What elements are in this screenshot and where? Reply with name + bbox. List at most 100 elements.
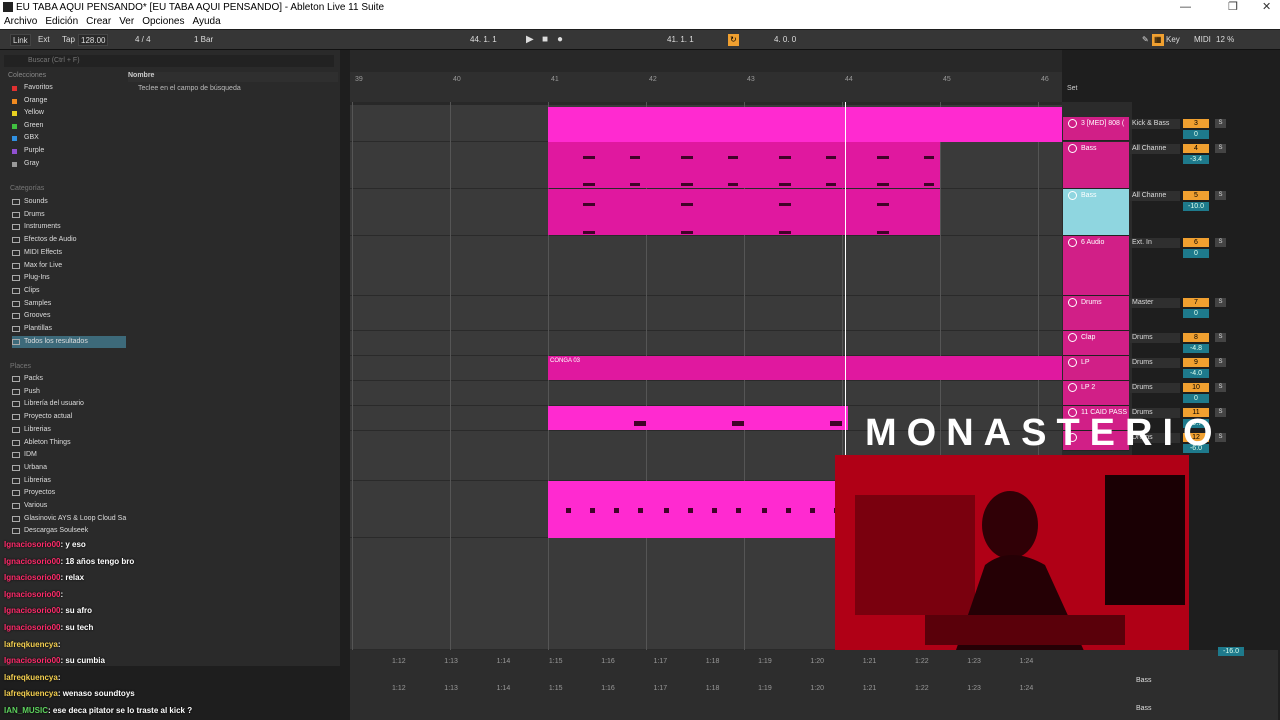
track-number[interactable]: 7 <box>1183 298 1209 307</box>
category-item[interactable]: Clips <box>12 285 40 297</box>
midi-clip[interactable] <box>548 107 1062 142</box>
track-header[interactable]: Clap <box>1063 331 1129 356</box>
track-routing[interactable]: Drums <box>1130 358 1180 368</box>
solo-button[interactable]: S <box>1215 358 1226 367</box>
track-routing[interactable]: Kick & Bass <box>1130 119 1180 129</box>
restore-icon[interactable]: ❐ <box>1228 0 1238 15</box>
place-item[interactable]: Proyectos <box>12 487 55 499</box>
position-field[interactable]: 44. 1. 1 <box>468 34 499 46</box>
loop-start-field[interactable]: 41. 1. 1 <box>665 34 696 46</box>
track-number[interactable]: 3 <box>1183 119 1209 128</box>
midi-clip[interactable] <box>548 189 940 235</box>
category-item[interactable]: Sounds <box>12 196 48 208</box>
category-item[interactable]: Max for Live <box>12 260 62 272</box>
solo-button[interactable]: S <box>1215 119 1226 128</box>
play-icon[interactable]: ▶ <box>524 34 536 46</box>
fold-icon[interactable] <box>1068 383 1077 392</box>
collection-item[interactable]: Gray <box>12 158 39 170</box>
category-item[interactable]: Drums <box>12 209 45 221</box>
track-lane[interactable] <box>350 381 1062 406</box>
solo-button[interactable]: S <box>1215 298 1226 307</box>
track-header[interactable]: 6 Audio <box>1063 236 1129 296</box>
fold-icon[interactable] <box>1068 191 1077 200</box>
solo-button[interactable]: S <box>1215 333 1226 342</box>
place-item[interactable]: Librerias <box>12 475 51 487</box>
collection-item[interactable]: Yellow <box>12 107 44 119</box>
link-button[interactable]: Link <box>10 34 31 46</box>
track-number[interactable]: 4 <box>1183 144 1209 153</box>
fold-icon[interactable] <box>1068 358 1077 367</box>
search-input[interactable]: Buscar (Ctrl + F) <box>4 55 334 67</box>
fold-icon[interactable] <box>1068 119 1077 128</box>
track-volume[interactable]: 0 <box>1183 130 1209 139</box>
track-volume[interactable]: 0 <box>1183 249 1209 258</box>
track-routing[interactable]: Drums <box>1130 333 1180 343</box>
track-volume[interactable]: 0 <box>1183 394 1209 403</box>
collection-item[interactable]: Favoritos <box>12 82 53 94</box>
track-routing[interactable]: All Channe <box>1130 191 1180 201</box>
menu-ver[interactable]: Ver <box>119 16 134 27</box>
collection-item[interactable]: Green <box>12 120 43 132</box>
category-item[interactable]: Plug-Ins <box>12 272 50 284</box>
fold-icon[interactable] <box>1068 144 1077 153</box>
place-item[interactable]: Proyecto actual <box>12 411 72 423</box>
category-item[interactable]: Samples <box>12 298 51 310</box>
track-header[interactable]: LP <box>1063 356 1129 381</box>
track-number[interactable]: 10 <box>1183 383 1209 392</box>
category-item[interactable]: MIDI Effects <box>12 247 62 259</box>
loop-length-field[interactable]: 4. 0. 0 <box>772 34 798 46</box>
track-lane[interactable] <box>350 296 1062 331</box>
collection-item[interactable]: Purple <box>12 145 44 157</box>
track-header[interactable]: 3 [MED] 808 ( <box>1063 117 1129 141</box>
track-lane[interactable] <box>350 331 1062 356</box>
place-item[interactable]: Librería del usuario <box>12 398 84 410</box>
track-routing[interactable]: Master <box>1130 298 1180 308</box>
menu-ayuda[interactable]: Ayuda <box>192 16 220 27</box>
midi-clip[interactable] <box>548 356 1062 380</box>
master-volume[interactable]: -16.0 <box>1218 647 1244 656</box>
loop-icon[interactable]: ↻ <box>728 34 739 46</box>
tempo-field[interactable]: 128.00 <box>78 34 109 46</box>
solo-button[interactable]: S <box>1215 144 1226 153</box>
place-item[interactable]: Packs <box>12 373 43 385</box>
key-button[interactable]: Key <box>1164 34 1182 46</box>
track-routing[interactable]: Ext. In <box>1130 238 1180 248</box>
midi-clip[interactable] <box>548 406 848 430</box>
solo-button[interactable]: S <box>1215 191 1226 200</box>
ext-button[interactable]: Ext <box>36 34 52 46</box>
track-lane[interactable] <box>350 236 1062 296</box>
track-volume[interactable]: 0 <box>1183 309 1209 318</box>
track-number[interactable]: 8 <box>1183 333 1209 342</box>
solo-button[interactable]: S <box>1215 238 1226 247</box>
midi-button[interactable]: MIDI <box>1192 34 1213 46</box>
solo-button[interactable]: S <box>1215 383 1226 392</box>
track-header[interactable]: Drums <box>1063 296 1129 331</box>
track-routing[interactable]: All Channe <box>1130 144 1180 154</box>
menu-archivo[interactable]: Archivo <box>4 16 37 27</box>
track-volume[interactable]: -4.0 <box>1183 369 1209 378</box>
place-item[interactable]: Librerias <box>12 424 51 436</box>
quantize-menu[interactable]: 1 Bar <box>192 34 215 46</box>
menu-edicion[interactable]: Edición <box>45 16 78 27</box>
track-number[interactable]: 6 <box>1183 238 1209 247</box>
meter-field[interactable]: 4 / 4 <box>133 34 153 46</box>
track-volume[interactable]: -3.4 <box>1183 155 1209 164</box>
draw-icon[interactable]: ✎ <box>1140 34 1151 46</box>
track-number[interactable]: 5 <box>1183 191 1209 200</box>
category-item[interactable]: Todos los resultados <box>12 335 126 348</box>
place-item[interactable]: Various <box>12 500 47 512</box>
track-number[interactable]: 9 <box>1183 358 1209 367</box>
record-icon[interactable]: ● <box>555 34 565 46</box>
minimize-icon[interactable]: — <box>1180 0 1191 15</box>
category-item[interactable]: Plantillas <box>12 323 52 335</box>
tap-button[interactable]: Tap <box>60 34 77 46</box>
track-header[interactable]: Bass <box>1063 189 1129 236</box>
track-volume[interactable]: -10.0 <box>1183 202 1209 211</box>
collection-item[interactable]: Orange <box>12 95 47 107</box>
menu-opciones[interactable]: Opciones <box>142 16 184 27</box>
track-volume[interactable]: -4.8 <box>1183 344 1209 353</box>
fold-icon[interactable] <box>1068 333 1077 342</box>
place-item[interactable]: IDM <box>12 449 37 461</box>
name-column-header[interactable]: Nombre <box>128 72 338 82</box>
grid-icon[interactable]: ▦ <box>1152 34 1164 46</box>
